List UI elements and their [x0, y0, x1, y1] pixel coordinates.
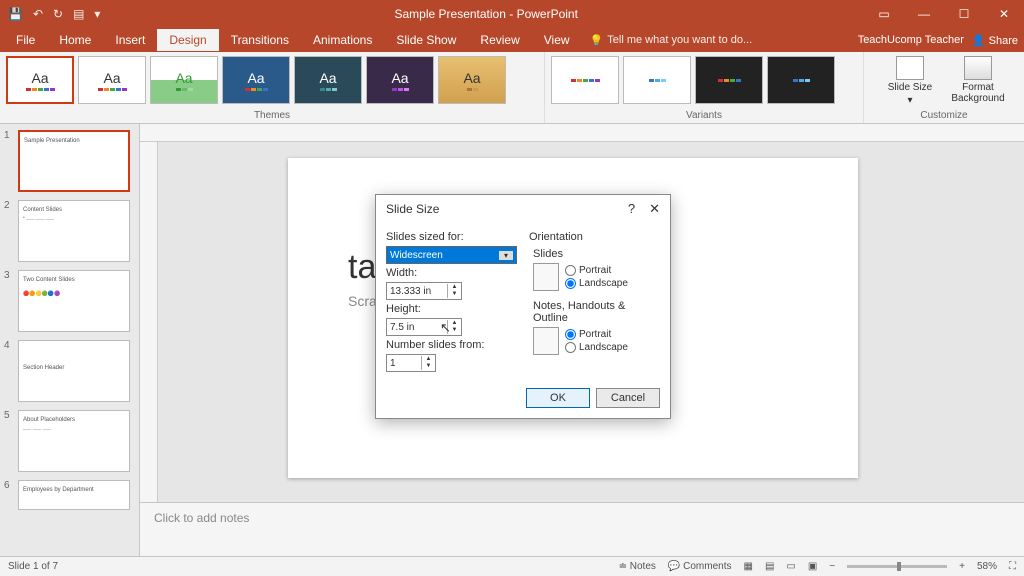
theme-thumb[interactable]: Aa [438, 56, 506, 104]
notes-pane[interactable]: Click to add notes [140, 502, 1024, 556]
format-background-button[interactable]: Format Background [948, 56, 1008, 104]
tab-animations[interactable]: Animations [301, 29, 384, 51]
ribbon: Aa Aa Aa Aa Aa Aa Aa Themes Variants Sli… [0, 52, 1024, 124]
slide-counter: Slide 1 of 7 [8, 561, 58, 572]
notes-toggle[interactable]: ≐ Notes [619, 561, 656, 572]
fit-to-window-icon[interactable]: ⛶ [1009, 561, 1016, 572]
page-icon [533, 263, 559, 291]
close-icon[interactable]: ✕ [984, 0, 1024, 28]
zoom-level[interactable]: 58% [977, 561, 997, 572]
variant-thumb[interactable] [623, 56, 691, 104]
slide-thumb[interactable]: Sample Presentation [18, 130, 130, 192]
slides-portrait-radio[interactable]: Portrait [565, 265, 628, 276]
notes-landscape-radio[interactable]: Landscape [565, 342, 628, 353]
save-icon[interactable]: 💾 [8, 7, 23, 21]
tab-review[interactable]: Review [468, 29, 531, 51]
view-sorter-icon[interactable]: ▤ [765, 561, 774, 572]
theme-thumb[interactable]: Aa [294, 56, 362, 104]
view-reading-icon[interactable]: ▭ [786, 561, 795, 572]
tab-design[interactable]: Design [157, 29, 218, 51]
zoom-slider[interactable] [847, 565, 947, 568]
view-slideshow-icon[interactable]: ▣ [808, 561, 817, 572]
theme-thumb[interactable]: Aa [6, 56, 74, 104]
slide-thumb[interactable]: Section Header [18, 340, 130, 402]
tab-transitions[interactable]: Transitions [219, 29, 301, 51]
page-icon [533, 327, 559, 355]
tab-insert[interactable]: Insert [103, 29, 157, 51]
slides-landscape-radio[interactable]: Landscape [565, 278, 628, 289]
sized-for-label: Slides sized for: [386, 231, 517, 243]
themes-gallery[interactable]: Aa Aa Aa Aa Aa Aa Aa [6, 56, 538, 108]
theme-thumb[interactable]: Aa [78, 56, 146, 104]
variant-thumb[interactable] [767, 56, 835, 104]
tab-file[interactable]: File [4, 29, 47, 51]
theme-thumb[interactable]: Aa [150, 56, 218, 104]
notes-orient-label: Notes, Handouts & Outline [533, 300, 660, 324]
slide-thumb[interactable]: Content Slides• ___ ___ ___ [18, 200, 130, 262]
zoom-in-icon[interactable]: + [959, 561, 965, 572]
view-normal-icon[interactable]: ▦ [743, 561, 752, 572]
slide-thumbnail-panel[interactable]: 1Sample Presentation 2Content Slides• __… [0, 124, 140, 556]
share-button[interactable]: 👤 Share [972, 34, 1018, 47]
slide-size-button[interactable]: Slide Size ▾ [880, 56, 940, 106]
sized-for-select[interactable]: Widescreen▾ [386, 246, 517, 264]
variant-thumb[interactable] [695, 56, 763, 104]
slide-thumb[interactable]: Two Content Slides🔴🟠🟡🟢🔵🟣 [18, 270, 130, 332]
slides-orient-label: Slides [533, 248, 660, 260]
cancel-button[interactable]: Cancel [596, 388, 660, 408]
width-label: Width: [386, 267, 517, 279]
maximize-icon[interactable]: ☐ [944, 0, 984, 28]
ok-button[interactable]: OK [526, 388, 590, 408]
slide-thumb[interactable]: Employees by Department [18, 480, 130, 510]
chevron-down-icon[interactable]: ▾ [499, 251, 513, 260]
height-label: Height: [386, 303, 517, 315]
titlebar: 💾 ↶ ↻ ▤ ▾ Sample Presentation - PowerPoi… [0, 0, 1024, 28]
ribbon-tabs: File Home Insert Design Transitions Anim… [0, 28, 1024, 52]
theme-thumb[interactable]: Aa [366, 56, 434, 104]
variant-thumb[interactable] [551, 56, 619, 104]
redo-icon[interactable]: ↻ [53, 7, 63, 21]
ribbon-options-icon[interactable]: ▭ [864, 0, 904, 28]
window-title: Sample Presentation - PowerPoint [108, 7, 864, 21]
tell-me[interactable]: 💡 Tell me what you want to do... [590, 34, 753, 47]
width-input[interactable]: 13.333 in▲▼ [386, 282, 462, 300]
undo-icon[interactable]: ↶ [33, 7, 43, 21]
tab-home[interactable]: Home [47, 29, 103, 51]
dialog-close-icon[interactable]: ✕ [649, 201, 660, 217]
number-from-input[interactable]: 1▲▼ [386, 354, 436, 372]
customize-group-label: Customize [870, 108, 1018, 121]
themes-group-label: Themes [6, 108, 538, 121]
tab-view[interactable]: View [532, 29, 582, 51]
minimize-icon[interactable]: — [904, 0, 944, 28]
qat-more-icon[interactable]: ▾ [94, 7, 100, 21]
notes-portrait-radio[interactable]: Portrait [565, 329, 628, 340]
variants-gallery[interactable] [551, 56, 857, 108]
start-from-beginning-icon[interactable]: ▤ [73, 7, 84, 21]
status-bar: Slide 1 of 7 ≐ Notes 💬 Comments ▦ ▤ ▭ ▣ … [0, 556, 1024, 576]
dialog-title: Slide Size [386, 202, 439, 216]
zoom-out-icon[interactable]: − [829, 561, 835, 572]
variants-group-label: Variants [551, 108, 857, 121]
quick-access-toolbar: 💾 ↶ ↻ ▤ ▾ [0, 7, 108, 21]
slide-thumb[interactable]: About Placeholders___ ___ ___ [18, 410, 130, 472]
height-input[interactable]: 7.5 in▲▼ [386, 318, 462, 336]
theme-thumb[interactable]: Aa [222, 56, 290, 104]
slide-size-dialog: Slide Size ? ✕ Slides sized for: Widescr… [375, 194, 671, 419]
number-from-label: Number slides from: [386, 339, 517, 351]
dialog-help-icon[interactable]: ? [628, 201, 635, 217]
vertical-ruler [140, 142, 158, 502]
horizontal-ruler [140, 124, 1024, 142]
comments-toggle[interactable]: 💬 Comments [668, 561, 732, 572]
tab-slideshow[interactable]: Slide Show [384, 29, 468, 51]
user-name[interactable]: TeachUcomp Teacher [858, 34, 964, 46]
orientation-label: Orientation [529, 231, 660, 243]
